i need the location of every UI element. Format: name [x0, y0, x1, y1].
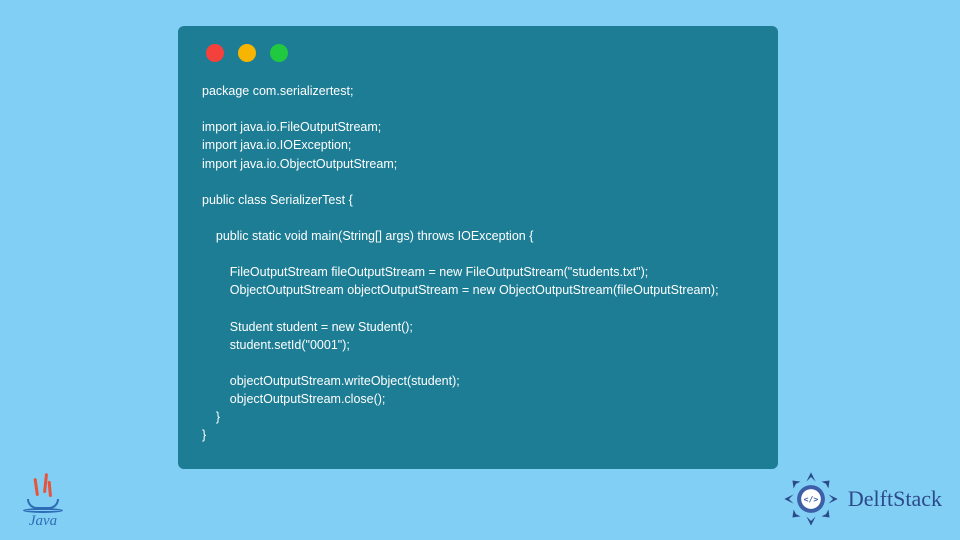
delftstack-logo: </> DelftStack [782, 470, 942, 528]
close-icon [206, 44, 224, 62]
code-block: package com.serializertest; import java.… [202, 82, 754, 445]
maximize-icon [270, 44, 288, 62]
delftstack-label: DelftStack [848, 486, 942, 512]
traffic-lights [202, 44, 754, 62]
delftstack-badge-icon: </> [782, 470, 840, 528]
java-logo: Java [19, 475, 67, 530]
java-steam-icon [29, 475, 57, 501]
code-window: package com.serializertest; import java.… [178, 26, 778, 469]
minimize-icon [238, 44, 256, 62]
svg-text:</>: </> [804, 494, 819, 504]
java-cup-icon [27, 499, 59, 509]
java-label: Java [29, 513, 57, 530]
